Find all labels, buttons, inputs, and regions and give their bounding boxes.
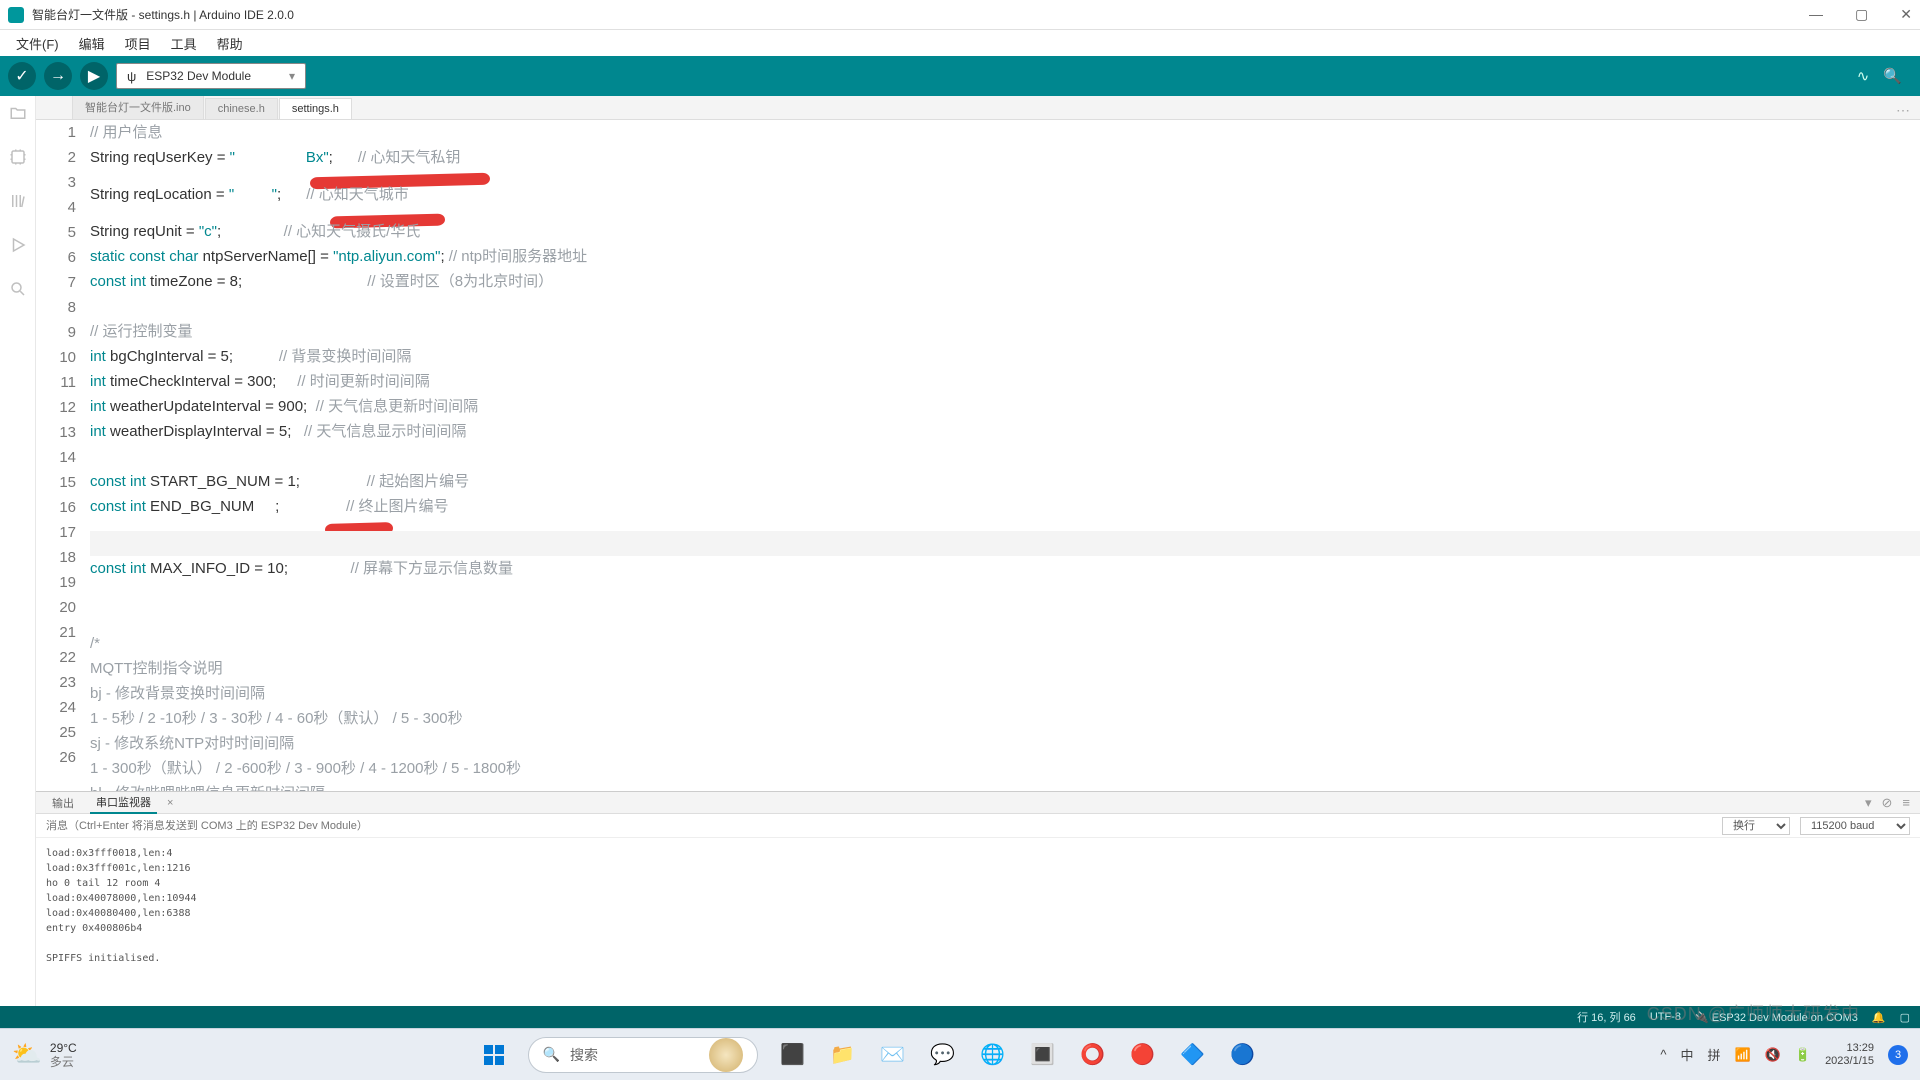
ime-lang[interactable]: 中	[1680, 1045, 1693, 1064]
menu-file[interactable]: 文件(F)	[6, 32, 69, 55]
boards-manager-icon[interactable]	[7, 146, 29, 168]
start-button[interactable]	[480, 1041, 508, 1069]
explorer-icon[interactable]: 📁	[828, 1040, 858, 1070]
encoding: UTF-8	[1650, 1011, 1681, 1023]
taskview-icon[interactable]: ⬛	[778, 1040, 808, 1070]
code-area[interactable]: // 用户信息String reqUserKey = " Bx"; // 心知天…	[90, 120, 1920, 791]
window-maximize-button[interactable]: ▢	[1855, 6, 1868, 23]
menu-sketch[interactable]: 项目	[115, 32, 161, 55]
weather-cond: 多云	[50, 1055, 77, 1069]
volume-icon[interactable]: 🔇	[1765, 1047, 1781, 1063]
tab-main-ino[interactable]: 智能台灯一文件版.ino	[72, 96, 204, 119]
app-icon-1[interactable]: 🔳	[1028, 1040, 1058, 1070]
window-title: 智能台灯一文件版 - settings.h | Arduino IDE 2.0.…	[32, 6, 1809, 23]
code-editor[interactable]: 1234567891011121314151617181920212223242…	[36, 120, 1920, 791]
search-icon[interactable]	[7, 278, 29, 300]
serial-plotter-icon[interactable]: ∿	[1857, 67, 1870, 85]
board-port: 🔌 ESP32 Dev Module on COM3	[1695, 1011, 1858, 1024]
system-tray: ^ 中 拼 📶 🔇 🔋 13:29 2023/1/15 3	[1660, 1042, 1908, 1068]
mail-icon[interactable]: ✉️	[878, 1040, 908, 1070]
verify-button[interactable]: ✓	[8, 62, 36, 90]
upload-button[interactable]: →	[44, 62, 72, 90]
taskbar-search[interactable]: 🔍 搜索	[528, 1037, 758, 1073]
output-clear-icon[interactable]: ⊘	[1882, 795, 1893, 811]
output-toggle-icon[interactable]: ▾	[1865, 795, 1872, 811]
app-icon-2[interactable]: 🔷	[1178, 1040, 1208, 1070]
status-bar: 行 16, 列 66 UTF-8 🔌 ESP32 Dev Module on C…	[0, 1006, 1920, 1028]
line-gutter: 1234567891011121314151617181920212223242…	[36, 120, 90, 791]
wechat-icon[interactable]: 💬	[928, 1040, 958, 1070]
search-placeholder: 搜索	[570, 1045, 598, 1065]
line-ending-select[interactable]: 换行	[1722, 817, 1790, 835]
serial-output: load:0x3fff0018,len:4 load:0x3fff001c,le…	[36, 838, 1920, 1006]
chrome-icon[interactable]: 🔴	[1128, 1040, 1158, 1070]
output-panel: 输出 串口监视器 × ▾ ⊘ ≡ 换行 115200 baud load:0x3…	[36, 791, 1920, 1006]
menu-tools[interactable]: 工具	[161, 32, 207, 55]
wifi-icon[interactable]: 📶	[1735, 1047, 1751, 1063]
search-highlight-icon	[709, 1038, 743, 1072]
menu-edit[interactable]: 编辑	[69, 32, 115, 55]
tab-settings-h[interactable]: settings.h	[279, 98, 352, 119]
menu-help[interactable]: 帮助	[207, 32, 253, 55]
board-name: ESP32 Dev Module	[146, 69, 251, 83]
output-tab[interactable]: 输出	[46, 793, 80, 813]
debug-icon[interactable]	[7, 234, 29, 256]
dell-icon[interactable]: ⭕	[1078, 1040, 1108, 1070]
left-sidebar	[0, 96, 36, 1006]
weather-icon: ⛅	[12, 1048, 42, 1062]
folder-icon[interactable]	[7, 102, 29, 124]
usb-icon: ψ	[127, 69, 136, 84]
serial-monitor-icon[interactable]: 🔍	[1883, 67, 1902, 85]
editor-tabs: 智能台灯一文件版.ino chinese.h settings.h ⋯	[36, 96, 1920, 120]
arduino-icon	[8, 7, 24, 23]
tabs-more-button[interactable]: ⋯	[1896, 102, 1910, 119]
window-titlebar: 智能台灯一文件版 - settings.h | Arduino IDE 2.0.…	[0, 0, 1920, 30]
serial-monitor-tab[interactable]: 串口监视器	[90, 792, 157, 814]
chevron-down-icon: ▾	[289, 69, 295, 83]
baud-rate-select[interactable]: 115200 baud	[1800, 817, 1910, 835]
windows-taskbar: ⛅ 29°C 多云 🔍 搜索 ⬛ 📁 ✉️ 💬 🌐 🔳 ⭕ 🔴 🔷 🔵 ^ 中 …	[0, 1028, 1920, 1080]
tab-chinese-h[interactable]: chinese.h	[205, 98, 278, 119]
arduino-app-icon[interactable]: 🔵	[1228, 1040, 1258, 1070]
weather-temp: 29°C	[50, 1041, 77, 1055]
library-manager-icon[interactable]	[7, 190, 29, 212]
cursor-position: 行 16, 列 66	[1577, 1009, 1636, 1025]
notification-count[interactable]: 3	[1888, 1045, 1908, 1065]
output-settings-icon[interactable]: ≡	[1902, 795, 1910, 811]
battery-icon[interactable]: 🔋	[1795, 1047, 1811, 1063]
ime-mode[interactable]: 拼	[1707, 1045, 1720, 1064]
tray-chevron-icon[interactable]: ^	[1660, 1047, 1666, 1062]
search-icon: 🔍	[543, 1046, 560, 1063]
taskbar-clock[interactable]: 13:29 2023/1/15	[1825, 1042, 1874, 1068]
weather-widget[interactable]: ⛅ 29°C 多云	[12, 1041, 77, 1069]
board-selector[interactable]: ψ ESP32 Dev Module ▾	[116, 63, 306, 89]
debug-button[interactable]: ▶	[80, 62, 108, 90]
toolbar: ✓ → ▶ ψ ESP32 Dev Module ▾ ∿ 🔍	[0, 56, 1920, 96]
menu-bar: 文件(F) 编辑 项目 工具 帮助	[0, 30, 1920, 56]
edge-icon[interactable]: 🌐	[978, 1040, 1008, 1070]
serial-message-input[interactable]	[46, 820, 1712, 832]
window-minimize-button[interactable]: —	[1809, 6, 1823, 23]
close-panel-icon[interactable]: ▢	[1900, 1011, 1910, 1024]
window-close-button[interactable]: ✕	[1900, 6, 1912, 23]
close-tab-icon[interactable]: ×	[167, 797, 173, 809]
notifications-icon[interactable]: 🔔	[1872, 1011, 1886, 1024]
